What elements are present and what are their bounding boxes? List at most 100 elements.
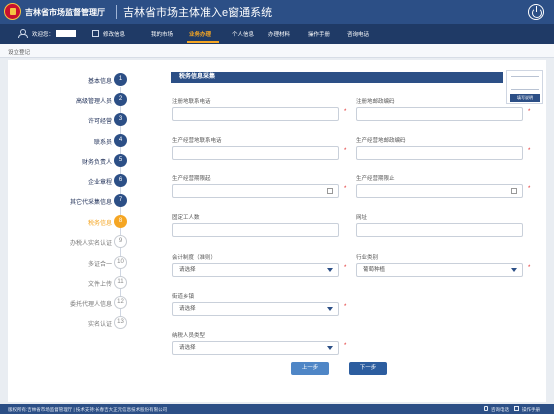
step-label: 其它代采集信息 — [69, 200, 112, 206]
step-label: 企业章程 — [87, 180, 112, 186]
top-navbar: 欢迎您： 修改信息 我的市场 业务办理 个人信息 办理材料 操作手册 咨询电话 — [0, 24, 554, 44]
step-9[interactable]: 办税人实名认证 9 — [8, 235, 138, 249]
step-number: 1 — [114, 73, 127, 86]
step-label: 文件上传 — [87, 282, 112, 288]
step-number: 10 — [114, 256, 127, 269]
nav-materials[interactable]: 办理材料 — [268, 30, 290, 38]
taxpayer-type-label: 纳税人员类型 — [172, 333, 206, 339]
biz-postcode-label: 生产经营地邮政编码 — [356, 138, 406, 144]
street-select[interactable]: 请选择 — [172, 302, 339, 316]
reg-postcode-input[interactable] — [356, 107, 523, 121]
required-mark: * — [344, 109, 347, 115]
nav-personal-info[interactable]: 个人信息 — [232, 30, 254, 38]
next-button[interactable]: 下一步 — [349, 362, 387, 375]
biz-end-date-input[interactable] — [356, 184, 523, 198]
step-number: 12 — [114, 296, 127, 309]
edit-icon[interactable] — [92, 30, 99, 37]
step-label: 联系员 — [93, 140, 112, 146]
nav-business-label: 业务办理 — [189, 32, 212, 38]
step-2[interactable]: 高级管理人员 2 — [8, 93, 138, 107]
system-title: 吉林省市场主体准入e窗通系统 — [123, 7, 273, 19]
accounting-select[interactable]: 请选择 — [172, 263, 339, 277]
edit-info-link[interactable]: 修改信息 — [103, 30, 125, 38]
main-card: 基本信息 1 高级管理人员 2 许可经营 3 联系员 4 财务负责人 5 企业章… — [8, 60, 546, 402]
footer-manual-link[interactable]: 操作手册 — [522, 407, 540, 413]
step-label: 税务信息 — [87, 221, 112, 227]
step-number: 4 — [114, 134, 127, 147]
nav-hotline[interactable]: 咨询电话 — [347, 30, 369, 38]
required-mark: * — [528, 186, 531, 192]
step-label: 许可经营 — [87, 119, 112, 125]
step-label: 基本信息 — [87, 79, 112, 85]
calendar-icon[interactable] — [327, 188, 333, 194]
website-input[interactable] — [356, 223, 523, 237]
step-number: 8 — [114, 215, 127, 228]
breadcrumb: 设立登记 — [8, 50, 31, 56]
section-title: 税务信息采集 — [171, 72, 503, 83]
accounting-label: 会计制度（准则） — [172, 255, 217, 261]
step-3[interactable]: 许可经营 3 — [8, 113, 138, 127]
taxpayer-type-select[interactable]: 请选择 — [172, 341, 339, 355]
biz-end-label: 生产经营期限止 — [356, 176, 395, 182]
required-mark: * — [528, 109, 531, 115]
calendar-icon[interactable] — [511, 188, 517, 194]
header-divider — [116, 5, 117, 19]
industry-select[interactable]: 葡萄种植 — [356, 263, 523, 277]
step-11[interactable]: 文件上传 11 — [8, 276, 138, 290]
breadcrumb-bar: 设立登记 — [0, 44, 554, 58]
step-number: 6 — [114, 174, 127, 187]
instructions-thumbnail[interactable]: 填写说明 — [506, 70, 543, 104]
username-redacted — [56, 30, 76, 37]
website-label: 网址 — [356, 215, 368, 221]
step-number: 11 — [114, 276, 127, 289]
required-mark: * — [344, 148, 347, 154]
step-number: 9 — [114, 235, 127, 248]
biz-postcode-input[interactable] — [356, 146, 523, 160]
street-value: 请选择 — [179, 306, 196, 312]
required-mark: * — [344, 186, 347, 192]
step-number: 7 — [114, 194, 127, 207]
taxpayer-type-value: 请选择 — [179, 345, 196, 351]
step-number: 3 — [114, 113, 127, 126]
step-label: 财务负责人 — [81, 160, 112, 166]
step-6[interactable]: 企业章程 6 — [8, 174, 138, 188]
step-5[interactable]: 财务负责人 5 — [8, 154, 138, 168]
welcome-text: 欢迎您： — [32, 32, 55, 38]
step-label: 办税人实名认证 — [69, 241, 112, 247]
user-icon — [18, 29, 28, 38]
step-10[interactable]: 多证合一 10 — [8, 256, 138, 270]
nav-business[interactable]: 业务办理 — [183, 24, 223, 44]
required-mark: * — [344, 304, 347, 310]
accounting-value: 请选择 — [179, 267, 196, 273]
step-1[interactable]: 基本信息 1 — [8, 73, 138, 87]
prev-button[interactable]: 上一步 — [291, 362, 329, 375]
power-icon[interactable] — [528, 4, 544, 20]
step-13[interactable]: 实名认证 13 — [8, 316, 138, 330]
biz-start-date-input[interactable] — [172, 184, 339, 198]
nav-my-market[interactable]: 我的市场 — [151, 30, 173, 38]
step-7[interactable]: 其它代采集信息 7 — [8, 194, 138, 208]
step-label: 实名认证 — [87, 322, 112, 328]
step-label: 高级管理人员 — [75, 99, 112, 105]
biz-phone-input[interactable] — [172, 146, 339, 160]
step-label: 委托代理人信息 — [69, 302, 112, 308]
footer-copyright: 版权所有:吉林省市场监督管理厅 | 技术支持:长春吉大正元信息技术股份有限公司 — [8, 406, 168, 412]
required-mark: * — [344, 343, 347, 349]
footer: 版权所有:吉林省市场监督管理厅 | 技术支持:长春吉大正元信息技术股份有限公司 … — [0, 404, 554, 414]
nav-manual[interactable]: 操作手册 — [308, 30, 330, 38]
step-4[interactable]: 联系员 4 — [8, 134, 138, 148]
reg-phone-label: 注册地联系电话 — [172, 99, 211, 105]
biz-start-label: 生产经营期限起 — [172, 176, 211, 182]
step-number: 13 — [114, 316, 127, 329]
reg-phone-input[interactable] — [172, 107, 339, 121]
step-12[interactable]: 委托代理人信息 12 — [8, 296, 138, 310]
step-8[interactable]: 税务信息 8 — [8, 215, 138, 229]
industry-value: 葡萄种植 — [363, 267, 386, 273]
required-mark: * — [528, 148, 531, 154]
national-emblem-icon — [4, 3, 21, 20]
step-number: 2 — [114, 93, 127, 106]
biz-phone-label: 生产经营地联系电话 — [172, 138, 222, 144]
reg-postcode-label: 注册地邮政编码 — [356, 99, 395, 105]
footer-hotline-link[interactable]: 咨询电话 — [491, 407, 509, 413]
employees-input[interactable] — [172, 223, 339, 237]
